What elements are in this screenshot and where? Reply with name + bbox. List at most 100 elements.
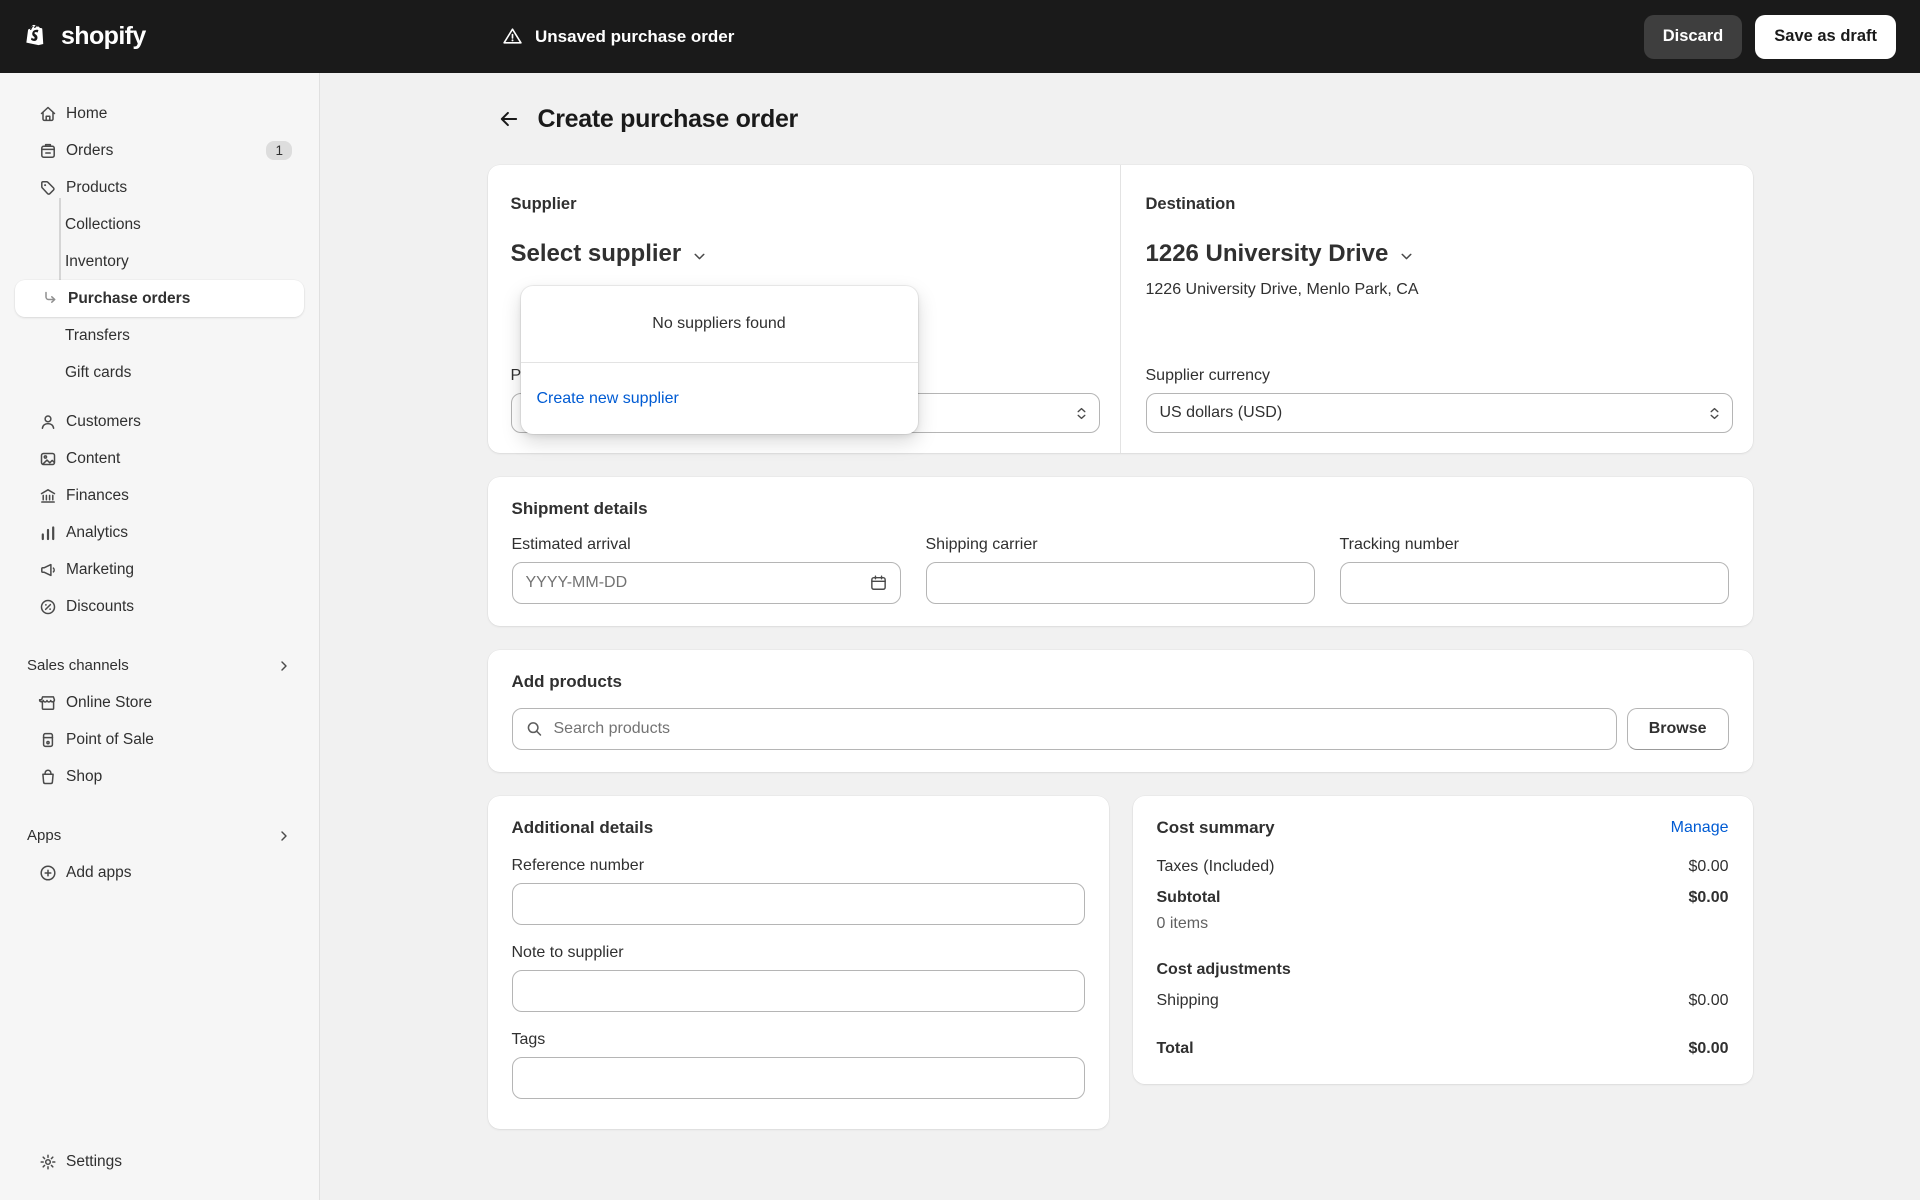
sidebar-item-label: Shop xyxy=(66,767,103,785)
main-content: Create purchase order Supplier Select su… xyxy=(320,73,1920,1200)
supplier-currency-select[interactable]: US dollars (USD) xyxy=(1145,393,1733,433)
sidebar-item-label: Point of Sale xyxy=(66,730,154,748)
finances-icon xyxy=(38,486,58,506)
shipping-row: Shipping $0.00 xyxy=(1157,992,1729,1010)
shopify-logo[interactable]: shopify xyxy=(0,22,146,52)
sidebar-item-label: Orders xyxy=(66,141,114,159)
taxes-row: Taxes (Included) $0.00 xyxy=(1157,858,1729,876)
home-icon xyxy=(38,104,58,124)
page-header: Create purchase order xyxy=(488,103,1753,135)
sidebar-item-shop[interactable]: Shop xyxy=(15,758,304,795)
subtotal-row: Subtotal $0.00 xyxy=(1157,889,1729,907)
supplier-destination-card: Supplier Select supplier P No suppliers … xyxy=(487,165,1753,453)
destination-address: 1226 University Drive, Menlo Park, CA xyxy=(1145,281,1419,298)
supplier-label: Supplier xyxy=(510,195,577,213)
items-count: 0 items xyxy=(1156,915,1209,932)
sidebar-item-content[interactable]: Content xyxy=(15,440,304,477)
supplier-currency-value: US dollars (USD) xyxy=(1159,404,1283,421)
gear-icon xyxy=(38,1152,58,1172)
total-value: $0.00 xyxy=(1688,1040,1729,1057)
sidebar-item-home[interactable]: Home xyxy=(15,95,304,132)
browse-button[interactable]: Browse xyxy=(1626,708,1729,750)
chevron-right-icon xyxy=(276,658,292,674)
destination-label: Destination xyxy=(1145,195,1236,213)
sidebar-item-collections[interactable]: Collections xyxy=(15,206,304,243)
marketing-icon xyxy=(38,560,58,580)
shipment-details-title: Shipment details xyxy=(511,499,648,518)
sidebar-item-gift-cards[interactable]: Gift cards xyxy=(15,354,304,391)
taxes-value: $0.00 xyxy=(1688,858,1729,875)
analytics-icon xyxy=(38,523,58,543)
sidebar-item-label: Finances xyxy=(66,486,129,504)
estimated-arrival-field: Estimated arrival xyxy=(511,536,901,604)
estimated-arrival-label: Estimated arrival xyxy=(511,536,631,553)
sidebar-item-label: Gift cards xyxy=(65,363,132,381)
sidebar-item-customers[interactable]: Customers xyxy=(15,403,304,440)
shopify-wordmark: shopify xyxy=(61,22,146,50)
sidebar-item-orders[interactable]: Orders 1 xyxy=(15,132,304,169)
tags-input[interactable] xyxy=(511,1057,1085,1099)
back-button[interactable] xyxy=(493,103,525,135)
destination-select[interactable]: 1226 University Drive xyxy=(1146,240,1416,268)
sidebar-bottom: Settings xyxy=(15,1143,304,1180)
shipping-value: $0.00 xyxy=(1688,992,1729,1009)
supplier-select-value: Select supplier xyxy=(510,240,682,267)
sidebar-item-finances[interactable]: Finances xyxy=(15,477,304,514)
sidebar-group-primary: Home Orders 1 Products Collections Inven… xyxy=(15,95,304,391)
unsaved-status-text: Unsaved purchase order xyxy=(535,26,735,46)
supplier-select[interactable]: Select supplier xyxy=(511,240,709,268)
sidebar-item-transfers[interactable]: Transfers xyxy=(15,317,304,354)
supplier-popover: No suppliers found Create new supplier xyxy=(520,286,918,434)
shopify-bag-icon xyxy=(22,22,52,52)
subitem-arrow-icon xyxy=(40,289,60,309)
warning-icon xyxy=(502,26,523,47)
sidebar-item-purchase-orders[interactable]: Purchase orders xyxy=(15,280,304,317)
shipment-details-card: Shipment details Estimated arrival YYYY-… xyxy=(487,477,1753,626)
cost-summary-title: Cost summary xyxy=(1156,818,1275,837)
add-products-card: Add products Browse xyxy=(487,650,1753,772)
tags-label: Tags xyxy=(511,1031,546,1048)
note-to-supplier-input[interactable] xyxy=(511,970,1085,1012)
reference-number-label: Reference number xyxy=(511,857,645,874)
tracking-number-label: Tracking number xyxy=(1339,536,1459,553)
sidebar-item-settings[interactable]: Settings xyxy=(15,1143,304,1180)
shipping-carrier-input[interactable] xyxy=(925,562,1315,604)
sidebar-item-discounts[interactable]: Discounts xyxy=(15,588,304,625)
estimated-arrival-input[interactable] xyxy=(511,562,901,604)
sales-channels-header[interactable]: Sales channels xyxy=(15,647,304,684)
sidebar-item-online-store[interactable]: Online Store xyxy=(15,684,304,721)
sidebar-item-add-apps[interactable]: Add apps xyxy=(15,854,304,891)
sidebar: Home Orders 1 Products Collections Inven… xyxy=(0,73,320,1200)
reference-number-input[interactable] xyxy=(511,883,1085,925)
create-new-supplier-link[interactable]: Create new supplier xyxy=(537,390,679,408)
sidebar-group-sales-channels: Sales channels Online Store Point of Sal… xyxy=(15,647,304,795)
additional-details-card: Additional details Reference number Note… xyxy=(487,796,1109,1129)
online-store-icon xyxy=(38,693,58,713)
destination-select-value: 1226 University Drive xyxy=(1145,240,1389,267)
shipping-label: Shipping xyxy=(1156,992,1219,1009)
chevron-down-icon xyxy=(691,248,708,265)
search-products-input[interactable] xyxy=(511,708,1617,750)
discard-button[interactable]: Discard xyxy=(1643,14,1743,59)
save-as-draft-button[interactable]: Save as draft xyxy=(1755,14,1896,59)
point-of-sale-icon xyxy=(38,730,58,750)
unsaved-status: Unsaved purchase order xyxy=(502,26,734,47)
add-apps-plus-icon xyxy=(38,863,58,883)
sidebar-item-inventory[interactable]: Inventory xyxy=(15,243,304,280)
sidebar-item-point-of-sale[interactable]: Point of Sale xyxy=(15,721,304,758)
apps-header[interactable]: Apps xyxy=(15,817,304,854)
no-suppliers-text: No suppliers found xyxy=(520,286,918,363)
note-to-supplier-field: Note to supplier xyxy=(511,944,1085,1012)
sidebar-item-analytics[interactable]: Analytics xyxy=(15,514,304,551)
sidebar-item-label: Discounts xyxy=(66,597,135,615)
total-label: Total xyxy=(1156,1040,1194,1057)
tracking-number-input[interactable] xyxy=(1339,562,1729,604)
sidebar-item-label: Home xyxy=(66,104,108,122)
apps-label: Apps xyxy=(27,827,62,844)
cost-adjustments-label: Cost adjustments xyxy=(1156,961,1291,978)
sidebar-item-marketing[interactable]: Marketing xyxy=(15,551,304,588)
manage-link[interactable]: Manage xyxy=(1671,819,1729,837)
sidebar-item-label: Analytics xyxy=(66,523,129,541)
reference-number-field: Reference number xyxy=(511,857,1085,925)
chevron-right-icon xyxy=(276,828,292,844)
